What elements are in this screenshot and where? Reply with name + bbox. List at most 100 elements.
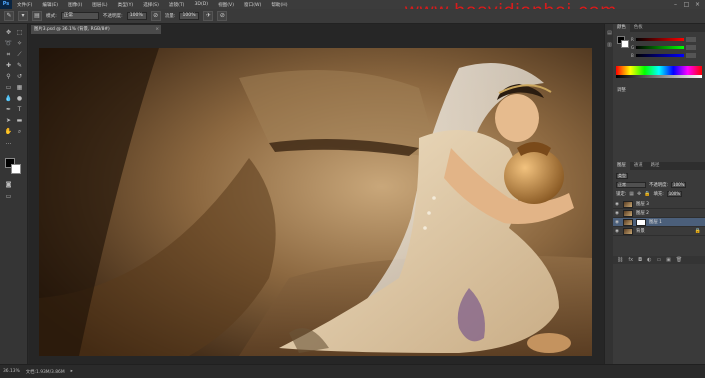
opacity-input[interactable]: 100% — [126, 12, 147, 20]
new-layer-icon[interactable]: ▣ — [666, 257, 671, 263]
menu-filter[interactable]: 滤镜(T) — [164, 2, 190, 8]
layer-row[interactable]: ◉ 背景 🔒 — [613, 227, 705, 236]
airbrush-icon[interactable]: ✈ — [203, 11, 214, 21]
options-bar: ✎ ▾ ▤ 模式: 正常 不透明度: 100% ⊘ 流量: 100% ✈ ⊘ — [0, 9, 705, 24]
tab-layers[interactable]: 图层 — [613, 162, 630, 170]
history-panel-icon[interactable]: ▤ — [606, 30, 613, 37]
type-tool-icon[interactable]: T — [15, 105, 24, 114]
menu-layer[interactable]: 图层(L) — [87, 2, 112, 8]
history-brush-tool-icon[interactable]: ↺ — [15, 72, 24, 81]
hand-tool-icon[interactable]: ✋ — [4, 127, 13, 136]
visibility-eye-icon[interactable]: ◉ — [615, 220, 620, 225]
fx-icon[interactable]: fx — [628, 257, 633, 263]
slider-b[interactable]: B — [631, 53, 701, 58]
pressure-size-icon[interactable]: ⊘ — [217, 11, 228, 21]
layer-kind-select[interactable]: 类型 — [616, 172, 628, 179]
document-tab[interactable]: 图片3.psd @ 36.1% (背景, RGB/8#) × — [31, 25, 161, 34]
menu-select[interactable]: 选择(S) — [138, 2, 164, 8]
folder-icon[interactable]: ▭ — [656, 257, 661, 263]
move-tool-icon[interactable]: ✥ — [4, 28, 13, 37]
color-panel-background[interactable] — [621, 40, 629, 48]
minimize-button[interactable]: – — [672, 1, 679, 8]
menu-view[interactable]: 视图(V) — [213, 2, 239, 8]
zoom-level[interactable]: 36.13% — [3, 369, 20, 374]
trash-icon[interactable]: 🗑 — [676, 257, 682, 263]
flow-input[interactable]: 100% — [179, 12, 200, 20]
quick-select-tool-icon[interactable]: ✧ — [15, 39, 24, 48]
blend-mode-select[interactable]: 正常 — [616, 181, 646, 188]
brush-preset-picker[interactable]: ▾ — [18, 11, 28, 21]
maximize-button[interactable]: □ — [683, 1, 690, 8]
lasso-tool-icon[interactable]: ➰ — [4, 39, 13, 48]
quick-mask-icon[interactable]: ◙ — [4, 180, 13, 189]
marquee-tool-icon[interactable]: ⬚ — [15, 28, 24, 37]
slider-r-track[interactable] — [636, 38, 684, 41]
layer-row-selected[interactable]: ◉ 图层 1 — [613, 218, 705, 227]
color-spectrum[interactable] — [616, 66, 702, 75]
layer-row[interactable]: ◉ 图层 2 — [613, 209, 705, 218]
stamp-tool-icon[interactable]: ⚲ — [4, 72, 13, 81]
visibility-eye-icon[interactable]: ◉ — [615, 211, 620, 216]
visibility-eye-icon[interactable]: ◉ — [615, 229, 620, 234]
lock-pixels-icon[interactable]: ▦ — [629, 191, 634, 197]
zoom-tool-icon[interactable]: ⌕ — [15, 127, 24, 136]
menu-type[interactable]: 类型(Y) — [113, 2, 139, 8]
layer-row[interactable]: ◉ 图层 3 — [613, 200, 705, 209]
document-close-icon[interactable]: × — [155, 25, 159, 34]
edit-toolbar-icon[interactable]: ··· — [4, 140, 13, 149]
blur-tool-icon[interactable]: 💧 — [4, 94, 13, 103]
crop-tool-icon[interactable]: ⌗ — [4, 50, 13, 59]
lock-all-icon[interactable]: 🔒 — [644, 191, 650, 197]
grayscale-ramp[interactable] — [616, 75, 702, 78]
layer-thumbnail — [623, 209, 633, 217]
link-icon[interactable]: ⛓ — [617, 257, 623, 263]
blend-row: 正常 不透明度: 100% — [616, 181, 702, 188]
panel-dock: ▤ ▥ — [604, 24, 613, 364]
image-canvas[interactable] — [39, 48, 592, 356]
gradient-tool-icon[interactable]: ▦ — [15, 83, 24, 92]
slider-b-track[interactable] — [636, 54, 684, 57]
slider-g[interactable]: G — [631, 45, 701, 50]
eyedropper-tool-icon[interactable]: ⟋ — [15, 50, 24, 59]
slider-r[interactable]: R — [631, 37, 701, 42]
brush-tool-icon[interactable]: ✎ — [15, 61, 24, 70]
close-button[interactable]: × — [694, 1, 701, 8]
mode-select[interactable]: 正常 — [60, 12, 99, 20]
menu-window[interactable]: 窗口(W) — [239, 2, 266, 8]
tab-channels[interactable]: 通道 — [630, 162, 647, 170]
slider-b-value[interactable] — [686, 53, 696, 58]
slider-g-value[interactable] — [686, 45, 696, 50]
dodge-tool-icon[interactable]: ● — [15, 94, 24, 103]
menu-image[interactable]: 图像(I) — [63, 2, 87, 8]
tab-color[interactable]: 颜色 — [613, 24, 630, 32]
brush-tool-icon[interactable]: ✎ — [4, 11, 14, 21]
photo-artwork — [39, 48, 592, 356]
background-color-swatch[interactable] — [11, 164, 21, 174]
shape-tool-icon[interactable]: ▬ — [15, 116, 24, 125]
layer-mask-thumbnail[interactable] — [636, 218, 646, 226]
properties-panel-icon[interactable]: ▥ — [606, 42, 613, 49]
lock-position-icon[interactable]: ✥ — [637, 191, 641, 197]
eraser-tool-icon[interactable]: ▭ — [4, 83, 13, 92]
adjustment-icon[interactable]: ◐ — [647, 257, 651, 263]
brush-panel-icon[interactable]: ▤ — [32, 11, 42, 21]
menu-3d[interactable]: 3D(D) — [189, 2, 213, 7]
pen-tool-icon[interactable]: ✒ — [4, 105, 13, 114]
slider-r-value[interactable] — [686, 37, 696, 42]
slider-g-track[interactable] — [636, 46, 684, 49]
tab-paths[interactable]: 路径 — [647, 162, 664, 170]
menu-file[interactable]: 文件(F) — [12, 2, 37, 8]
menu-help[interactable]: 帮助(H) — [266, 2, 292, 8]
visibility-eye-icon[interactable]: ◉ — [615, 202, 620, 207]
pressure-opacity-icon[interactable]: ⊘ — [150, 11, 161, 21]
status-menu-arrow-icon[interactable]: ▸ — [71, 369, 73, 374]
healing-tool-icon[interactable]: ✚ — [4, 61, 13, 70]
path-select-tool-icon[interactable]: ➤ — [4, 116, 13, 125]
layer-opacity-input[interactable]: 100% — [671, 181, 687, 188]
adjustments-label[interactable]: 调整 — [617, 87, 626, 93]
mask-icon[interactable]: ◘ — [638, 257, 642, 263]
menu-edit[interactable]: 编辑(E) — [37, 2, 63, 8]
fill-input[interactable]: 100% — [666, 190, 683, 197]
screen-mode-icon[interactable]: ▭ — [4, 192, 13, 201]
tab-swatches[interactable]: 色板 — [630, 24, 647, 32]
